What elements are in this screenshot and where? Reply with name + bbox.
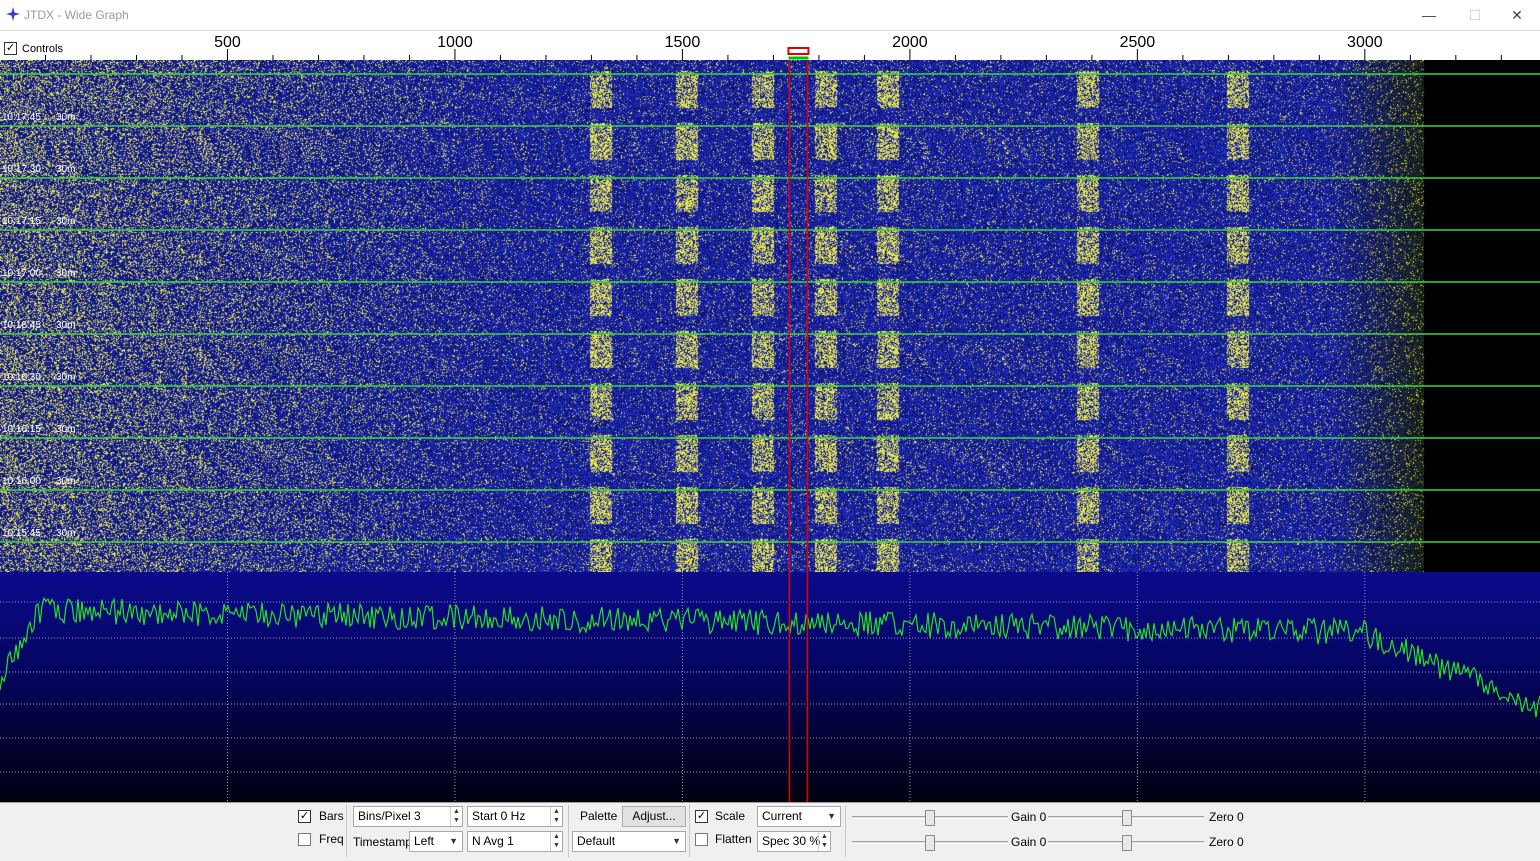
spin-arrows-icon[interactable]: ▲ ▼ — [550, 832, 562, 851]
spec-percent-spinbox[interactable]: Spec 30 % ▲ ▼ — [757, 831, 831, 852]
waterfall-timestamp: 10:16:00 — [2, 476, 41, 487]
waterfall-timestamp: 10:16:30 — [2, 372, 41, 383]
bins-per-pixel-spinbox[interactable]: Bins/Pixel 3 ▲ ▼ — [353, 806, 463, 827]
spec-percent-value: Spec 30 % — [762, 834, 821, 848]
waterfall-band: 30m — [56, 372, 75, 383]
palette-value: Default — [577, 834, 616, 848]
chevron-down-icon: ▼ — [449, 836, 458, 846]
scale-checkbox[interactable]: ✓ Scale — [695, 809, 745, 823]
timestamp-combo[interactable]: Left ▼ — [409, 831, 463, 852]
controls-label: Controls — [22, 42, 63, 55]
bars-check-icon: ✓ — [298, 809, 311, 823]
minimize-button[interactable]: — — [1406, 0, 1452, 30]
slider-thumb[interactable] — [925, 835, 935, 851]
bars-checkbox[interactable]: ✓ Bars — [298, 809, 344, 823]
close-icon: ✕ — [1511, 6, 1523, 23]
bins-per-pixel-value: Bins/Pixel 3 — [358, 809, 421, 823]
waterfall-timestamp: 10:17:45 — [2, 112, 41, 123]
freq-check-icon — [298, 832, 311, 846]
bars-label: Bars — [319, 809, 344, 823]
flatten-check-icon — [695, 832, 708, 846]
scale-label: 500 — [214, 34, 241, 51]
gain-spectrum-label: Gain 0 — [1011, 835, 1047, 849]
zero-waterfall-label: Zero 0 — [1209, 810, 1244, 824]
waterfall-band: 30m — [56, 528, 75, 539]
waterfall-band: 30m — [56, 216, 75, 227]
spin-arrows-icon[interactable]: ▲ ▼ — [818, 832, 830, 851]
spin-arrows-icon[interactable]: ▲ ▼ — [450, 807, 462, 826]
timestamp-value: Left — [414, 834, 435, 848]
waterfall-band: 30m — [56, 164, 75, 175]
navg-value: N Avg 1 — [472, 834, 514, 848]
frequency-scale[interactable]: 500 1000 1500 2000 2500 3000 ✓ Controls — [0, 30, 1540, 61]
adjust-button[interactable]: Adjust... — [622, 806, 686, 827]
minimize-icon: — — [1422, 7, 1436, 23]
flatten-checkbox[interactable]: Flatten — [695, 832, 752, 846]
scale-label: 3000 — [1347, 34, 1383, 51]
controls-checkbox[interactable]: ✓ Controls — [4, 42, 63, 55]
spectrum-trace — [0, 596, 1540, 718]
waterfall-timestamp: 10:16:15 — [2, 424, 41, 435]
app-star-icon — [6, 7, 20, 21]
freq-checkbox[interactable]: Freq — [298, 832, 344, 846]
waterfall-band: 30m — [56, 320, 75, 331]
waterfall-timestamp: 10:17:00 — [2, 268, 41, 279]
spectrum-plot — [0, 572, 1540, 802]
timestamp-label: Timestamp — [353, 835, 412, 849]
spectrum-mode-value: Current — [762, 809, 803, 823]
waterfall-timestamp: 10:17:30 — [2, 164, 41, 175]
spin-arrows-icon[interactable]: ▲ ▼ — [550, 807, 562, 826]
tx-marker-icon[interactable] — [787, 47, 810, 55]
scale-label: 2000 — [892, 34, 928, 51]
maximize-icon: ☐ — [1468, 6, 1482, 23]
slider-thumb[interactable] — [925, 810, 935, 826]
navg-spinbox[interactable]: N Avg 1 ▲ ▼ — [467, 831, 563, 852]
waterfall-display[interactable]: 10:17:45 30m 10:17:30 30m 10:17:15 30m 10:17:0… — [0, 60, 1540, 572]
waterfall-band: 30m — [56, 112, 75, 123]
scale-check-icon: ✓ — [695, 809, 708, 823]
waterfall-band: 30m — [56, 424, 75, 435]
spectrum-display[interactable] — [0, 572, 1540, 802]
waterfall-timestamp: 10:15:45 — [2, 528, 41, 539]
palette-label: Palette — [580, 809, 618, 823]
chevron-down-icon: ▼ — [672, 836, 681, 846]
waterfall-timestamp: 10:17:15 — [2, 216, 41, 227]
zero-slider-waterfall[interactable] — [1048, 808, 1204, 828]
frequency-ruler: 500 1000 1500 2000 2500 3000 — [44, 34, 1502, 61]
scale-label: 1000 — [437, 34, 473, 51]
start-hz-value: Start 0 Hz — [472, 809, 526, 823]
slider-thumb[interactable] — [1122, 810, 1132, 826]
title-bar: JTDX - Wide Graph — ☐ ✕ — [0, 0, 1540, 30]
scale-label: 2500 — [1120, 34, 1156, 51]
slider-thumb[interactable] — [1122, 835, 1132, 851]
close-button[interactable]: ✕ — [1494, 0, 1540, 30]
spectrum-mode-combo[interactable]: Current ▼ — [757, 806, 841, 827]
scale-label: Scale — [715, 809, 746, 823]
waterfall-band: 30m — [56, 268, 75, 279]
zero-spectrum-label: Zero 0 — [1209, 835, 1244, 849]
waterfall-band: 30m — [56, 476, 75, 487]
chevron-down-icon: ▼ — [827, 811, 836, 821]
gain-slider-waterfall[interactable] — [852, 808, 1008, 828]
waterfall-overlay: 10:17:45 30m 10:17:30 30m 10:17:15 30m 10:17:0… — [0, 73, 1540, 543]
scale-label: 1500 — [665, 34, 701, 51]
freq-label: Freq — [319, 832, 344, 846]
gain-slider-spectrum[interactable] — [852, 833, 1008, 853]
start-hz-spinbox[interactable]: Start 0 Hz ▲ ▼ — [467, 806, 563, 827]
gain-waterfall-label: Gain 0 — [1011, 810, 1047, 824]
palette-combo[interactable]: Default ▼ — [572, 831, 686, 852]
zero-slider-spectrum[interactable] — [1048, 833, 1204, 853]
window-title: JTDX - Wide Graph — [24, 8, 129, 22]
controls-panel: ✓ Bars Freq Bins/Pixel 3 ▲ ▼ Start 0 Hz ▲… — [0, 802, 1540, 861]
flatten-label: Flatten — [715, 832, 752, 846]
maximize-button[interactable]: ☐ — [1452, 0, 1498, 30]
controls-check-icon: ✓ — [4, 42, 17, 55]
waterfall-timestamp: 10:16:45 — [2, 320, 41, 331]
